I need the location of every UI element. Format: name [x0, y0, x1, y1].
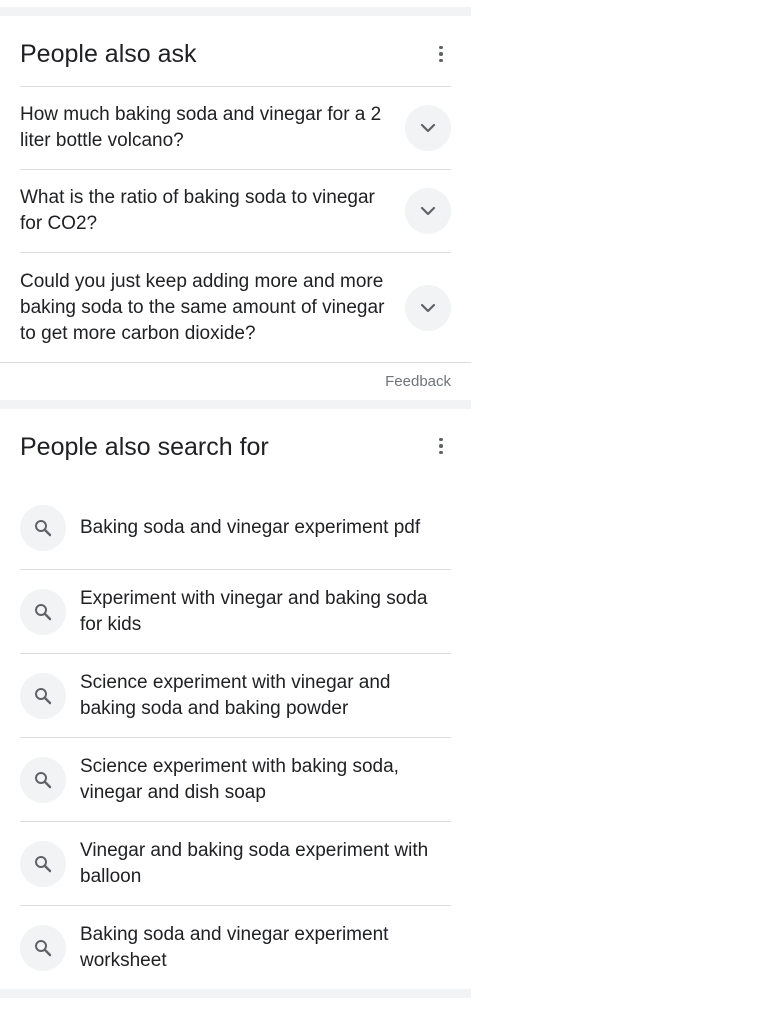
- people-also-search-for-title: People also search for: [20, 433, 269, 461]
- people-also-ask-section: People also ask How much baking soda and…: [0, 16, 471, 400]
- results-column: People also ask How much baking soda and…: [0, 0, 471, 1024]
- related-search-text: Experiment with vinegar and baking soda …: [80, 587, 428, 635]
- search-icon: [35, 687, 52, 704]
- more-options-icon[interactable]: [431, 436, 451, 456]
- feedback-link[interactable]: Feedback: [385, 373, 451, 391]
- related-search-item[interactable]: Baking soda and vinegar experiment pdf: [20, 486, 451, 570]
- related-search-item[interactable]: Experiment with vinegar and baking soda …: [20, 570, 451, 654]
- question-item[interactable]: How much baking soda and vinegar for a 2…: [20, 87, 451, 170]
- question-item[interactable]: What is the ratio of baking soda to vine…: [20, 170, 451, 253]
- search-icon: [35, 603, 52, 620]
- people-also-search-for-section: People also search for Baking soda and v…: [0, 409, 471, 989]
- question-list: How much baking soda and vinegar for a 2…: [20, 86, 451, 362]
- people-also-ask-title: People also ask: [20, 40, 197, 68]
- search-icon-container: [20, 756, 66, 803]
- search-icon-container: [20, 504, 66, 551]
- question-item[interactable]: Could you just keep adding more and more…: [20, 253, 451, 362]
- search-icon: [35, 939, 52, 956]
- question-text: What is the ratio of baking soda to vine…: [20, 187, 375, 234]
- related-search-text: Baking soda and vinegar experiment works…: [80, 923, 389, 971]
- related-search-text: Vinegar and baking soda experiment with …: [80, 839, 429, 887]
- section-header: People also ask: [0, 16, 471, 86]
- search-icon: [35, 771, 52, 788]
- related-search-text: Science experiment with vinegar and baki…: [80, 671, 391, 719]
- chevron-down-icon: [420, 206, 436, 216]
- search-icon-container: [20, 588, 66, 635]
- search-icon-container: [20, 672, 66, 719]
- search-icon: [35, 519, 52, 536]
- related-search-item[interactable]: Science experiment with baking soda, vin…: [20, 738, 451, 822]
- related-search-item[interactable]: Baking soda and vinegar experiment works…: [20, 906, 451, 989]
- search-icon-container: [20, 924, 66, 971]
- chevron-down-icon: [420, 123, 436, 133]
- related-search-list: Baking soda and vinegar experiment pdf E…: [20, 486, 451, 989]
- related-search-item[interactable]: Vinegar and baking soda experiment with …: [20, 822, 451, 906]
- section-separator: [0, 400, 471, 409]
- section-separator: [0, 7, 471, 16]
- expand-button[interactable]: [405, 105, 451, 151]
- related-search-text: Baking soda and vinegar experiment pdf: [80, 516, 421, 538]
- section-header: People also search for: [0, 409, 471, 486]
- search-icon: [35, 855, 52, 872]
- question-text: Could you just keep adding more and more…: [20, 270, 385, 344]
- related-search-item[interactable]: Science experiment with vinegar and baki…: [20, 654, 451, 738]
- chevron-down-icon: [420, 303, 436, 312]
- question-text: How much baking soda and vinegar for a 2…: [20, 104, 382, 151]
- expand-button[interactable]: [405, 284, 451, 331]
- search-icon-container: [20, 840, 66, 887]
- related-search-text: Science experiment with baking soda, vin…: [80, 755, 399, 803]
- feedback-row: Feedback: [0, 363, 471, 400]
- more-options-icon[interactable]: [431, 44, 451, 64]
- expand-button[interactable]: [405, 188, 451, 234]
- section-separator: [0, 989, 471, 998]
